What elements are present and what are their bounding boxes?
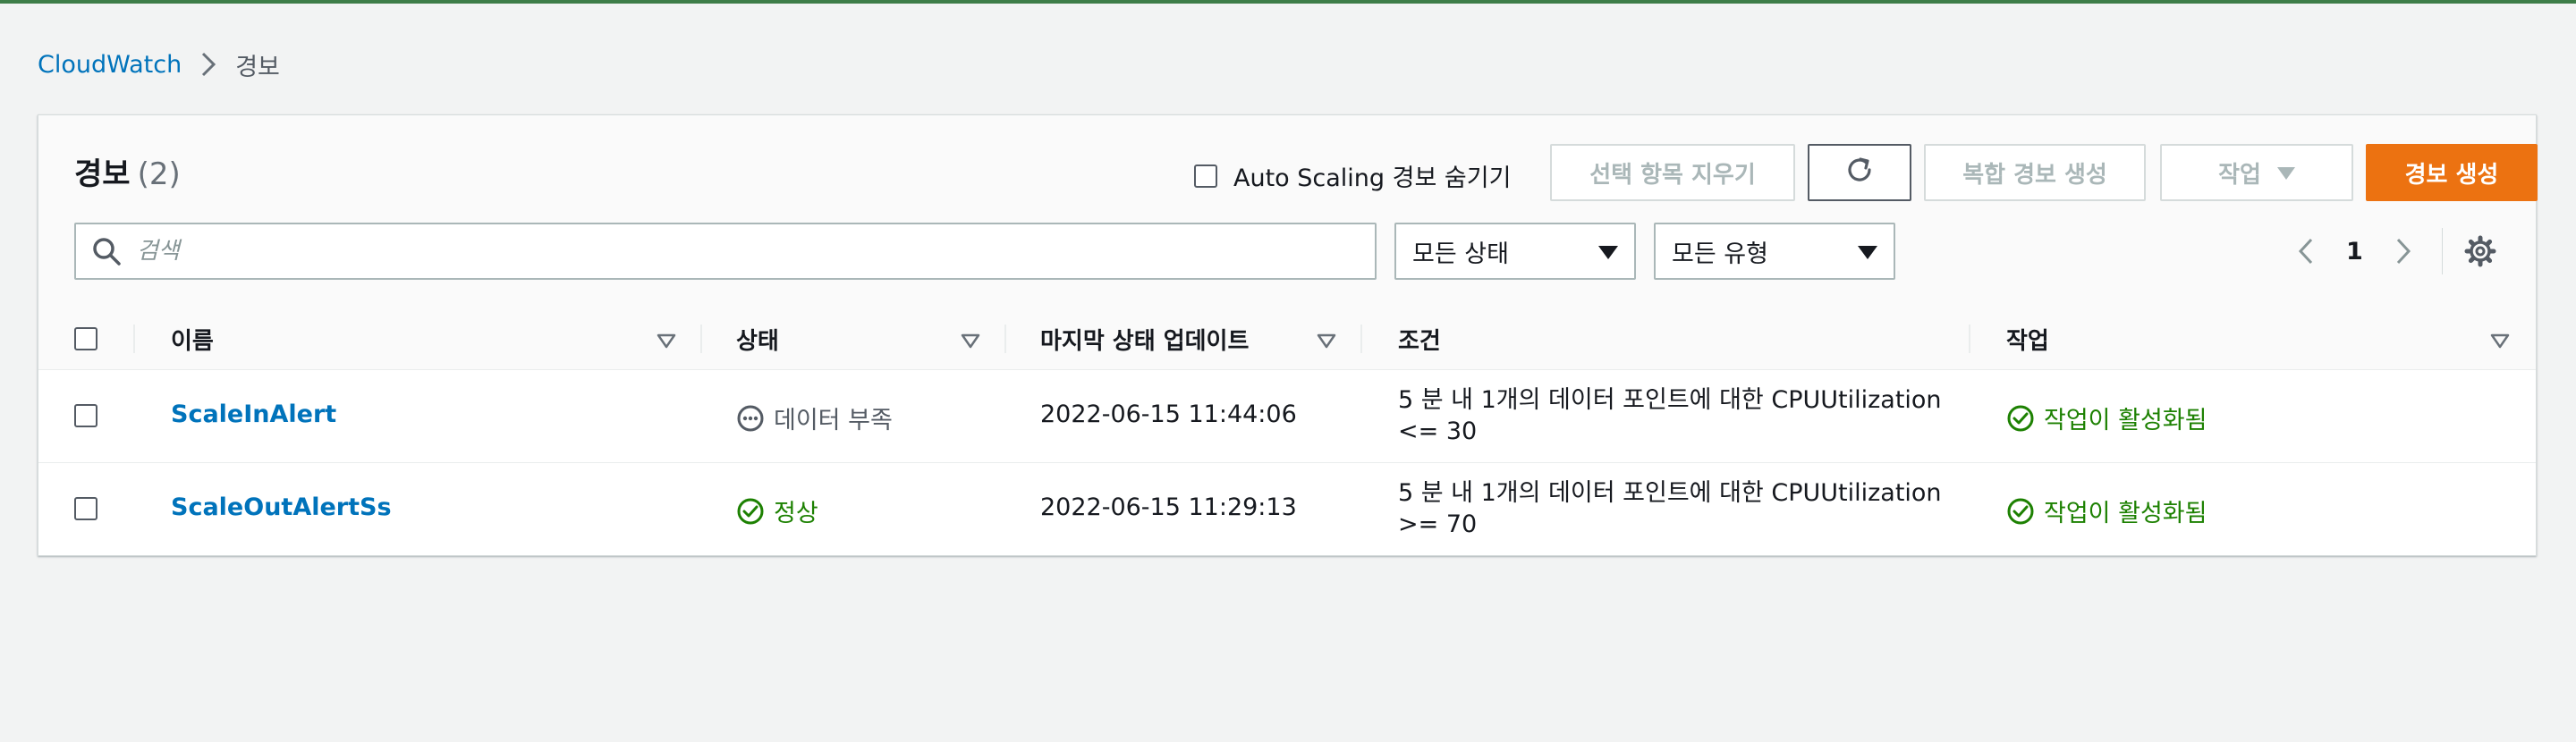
page-title: 경보 (2) — [74, 149, 181, 193]
check-circle-icon — [2006, 497, 2035, 526]
breadcrumb-cloudwatch-link[interactable]: CloudWatch — [38, 51, 182, 79]
sort-icon[interactable] — [2489, 330, 2511, 351]
clear-selection-button[interactable]: 선택 항목 지우기 — [1550, 144, 1795, 201]
caret-down-icon — [1598, 238, 1618, 266]
insufficient-data-icon — [736, 404, 765, 433]
table-row[interactable]: ScaleOutAlertSs 정상 2022-06-15 11:29:13 5… — [38, 463, 2536, 555]
table-header: 이름 상태 마지막 상태 업데이트 조건 작업 — [38, 308, 2536, 370]
caret-down-icon — [1858, 238, 1877, 266]
sort-icon[interactable] — [1316, 330, 1337, 351]
alarm-name-link[interactable]: ScaleOutAlertSs — [171, 493, 392, 521]
top-accent-bar — [0, 0, 2576, 4]
sort-icon[interactable] — [656, 330, 677, 351]
create-composite-alarm-button[interactable]: 복합 경보 생성 — [1924, 144, 2146, 201]
last-update-time: 2022-06-15 11:44:06 — [1040, 401, 1297, 428]
previous-page-icon[interactable] — [2292, 233, 2319, 269]
column-divider — [133, 325, 135, 353]
check-circle-icon — [736, 497, 765, 526]
current-page-number[interactable]: 1 — [2346, 238, 2363, 266]
alarms-panel: 경보 (2) Auto Scaling 경보 숨기기 선택 항목 지우기 복합 경… — [38, 114, 2538, 556]
create-alarm-button[interactable]: 경보 생성 — [2366, 144, 2538, 201]
actions-status: 작업이 활성화됨 — [2006, 493, 2207, 528]
caret-down-icon — [2276, 159, 2295, 186]
breadcrumb-current: 경보 — [235, 53, 280, 81]
alarm-state: 데이터 부족 — [736, 401, 893, 435]
actions-dropdown-button[interactable]: 작업 — [2160, 144, 2353, 201]
alarm-count: (2) — [137, 156, 181, 192]
column-divider — [1360, 325, 1362, 353]
actions-status: 작업이 활성화됨 — [2006, 401, 2207, 435]
hide-autoscaling-toggle[interactable]: Auto Scaling 경보 숨기기 — [1194, 158, 1511, 193]
column-header-name[interactable]: 이름 — [171, 308, 214, 369]
alarm-name-link[interactable]: ScaleInAlert — [171, 401, 336, 428]
refresh-button[interactable] — [1808, 144, 1911, 201]
hide-autoscaling-checkbox[interactable] — [1194, 164, 1217, 188]
actions-status-text: 작업이 활성화됨 — [2044, 407, 2207, 434]
column-divider — [700, 325, 702, 353]
search-box — [74, 223, 1377, 280]
condition-line-2: <= 30 — [1398, 417, 1478, 445]
alarm-state: 정상 — [736, 493, 818, 528]
pager-divider — [2441, 228, 2443, 274]
table-row[interactable]: ScaleInAlert 데이터 부족 2022-06-15 11:44:06 … — [38, 370, 2536, 463]
column-header-state[interactable]: 상태 — [736, 308, 779, 369]
column-header-last-update[interactable]: 마지막 상태 업데이트 — [1040, 308, 1249, 369]
alarm-condition: 5 분 내 1개의 데이터 포인트에 대한 CPUUtilization <= … — [1398, 384, 1942, 447]
type-filter-select[interactable]: 모든 유형 — [1654, 223, 1895, 280]
chevron-right-icon — [191, 46, 226, 82]
search-icon — [89, 233, 124, 269]
column-header-actions[interactable]: 작업 — [2006, 308, 2049, 369]
title-text: 경보 — [74, 156, 131, 192]
row-checkbox[interactable] — [74, 497, 97, 520]
condition-line-2: >= 70 — [1398, 510, 1478, 538]
next-page-icon[interactable] — [2390, 233, 2417, 269]
actions-label: 작업 — [2218, 161, 2261, 189]
alarms-table: 이름 상태 마지막 상태 업데이트 조건 작업 ScaleInAlert 데이터… — [38, 308, 2536, 555]
breadcrumb: CloudWatch 경보 — [38, 46, 280, 82]
column-divider — [1004, 325, 1006, 353]
alarm-state-text: 정상 — [774, 500, 818, 527]
pagination: 1 — [2292, 223, 2498, 280]
actions-status-text: 작업이 활성화됨 — [2044, 500, 2207, 527]
gear-icon[interactable] — [2462, 233, 2498, 269]
state-filter-value: 모든 상태 — [1412, 240, 1509, 268]
search-input[interactable] — [135, 237, 1355, 266]
column-divider — [1969, 325, 1970, 353]
state-filter-select[interactable]: 모든 상태 — [1394, 223, 1636, 280]
refresh-icon — [1843, 154, 1876, 192]
hide-autoscaling-label: Auto Scaling 경보 숨기기 — [1233, 164, 1512, 192]
condition-line-1: 5 분 내 1개의 데이터 포인트에 대한 CPUUtilization — [1398, 386, 1942, 414]
alarm-state-text: 데이터 부족 — [774, 407, 893, 434]
last-update-time: 2022-06-15 11:29:13 — [1040, 493, 1297, 521]
select-all-checkbox[interactable] — [74, 327, 97, 350]
sort-icon[interactable] — [960, 330, 981, 351]
alarm-condition: 5 분 내 1개의 데이터 포인트에 대한 CPUUtilization >= … — [1398, 477, 1942, 540]
condition-line-1: 5 분 내 1개의 데이터 포인트에 대한 CPUUtilization — [1398, 479, 1942, 507]
row-checkbox[interactable] — [74, 404, 97, 427]
type-filter-value: 모든 유형 — [1672, 240, 1768, 268]
column-header-conditions: 조건 — [1398, 327, 1441, 355]
check-circle-icon — [2006, 404, 2035, 433]
